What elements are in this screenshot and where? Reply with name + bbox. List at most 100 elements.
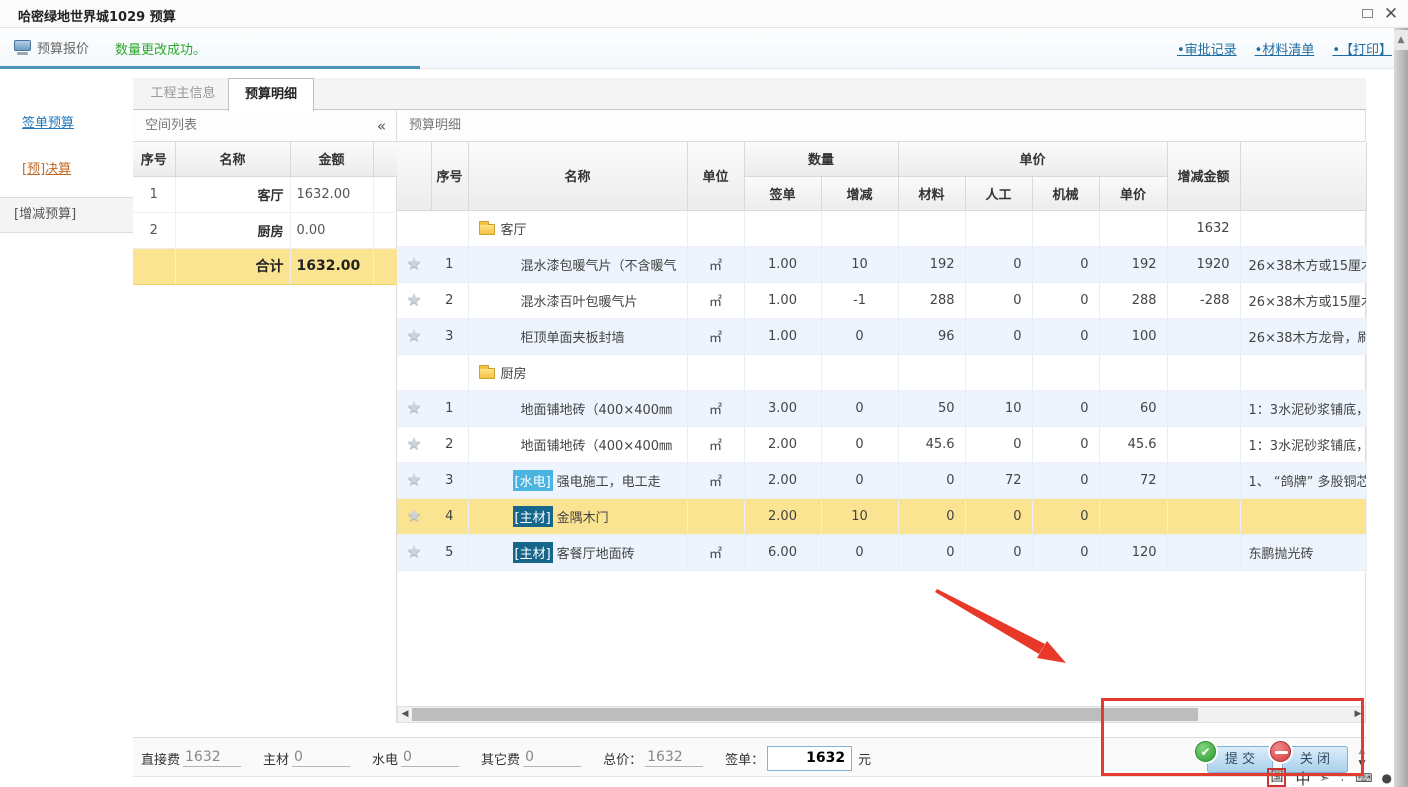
scrollbar-thumb[interactable] [412,708,1198,721]
detail-header-row-1: 序号 名称 单位 数量 单价 增减金额 [397,142,1366,176]
budget-detail-header: 预算明细 [397,110,1365,142]
main-material-badge: [主材] [513,542,553,563]
module-indicator: 预算报价 [14,38,89,57]
link-print[interactable]: •【打印】 [1332,39,1392,58]
favorite-star-icon[interactable] [406,290,421,310]
link-material-list[interactable]: •材料清单 [1255,39,1315,58]
other-fee-label: 其它费 [481,749,520,768]
table-row[interactable]: 2 地面铺地砖（400×400㎜ ㎡ 2.00 0 45.6 0 0 45.6 … [397,426,1366,462]
check-circle-icon [1195,741,1216,762]
scroll-up-icon[interactable] [1394,30,1408,50]
favorite-star-icon[interactable] [406,470,421,490]
sign-amount-label: 签单： [725,749,764,768]
table-row[interactable]: 2 混水漆百叶包暖气片 ㎡ 1.00 -1 288 0 0 288 -288 2… [397,282,1366,318]
close-icon[interactable]: ✕ [1382,5,1400,23]
col-unit: 单位 [687,142,744,210]
col-seq: 序号 [431,142,468,210]
hydro-value: 0 [401,749,459,767]
footer-totals-bar: 直接费 1632 主材 0 水电 0 其它费 0 总价： 1632 签单： 元 … [133,737,1366,777]
window-titlebar: 哈密绿地世界城1029 预算 ✕ [0,0,1408,28]
toolbar: 预算报价 数量更改成功。 •审批记录 •材料清单 •【打印】 [0,28,1408,69]
space-table-header-row: 序号 名称 金额 [133,142,397,176]
sidebar-item-sign-budget[interactable]: 签单预算 [22,112,133,131]
sidebar: 签单预算 [预]决算 [增减预算] [0,69,133,787]
col-material: 材料 [898,176,965,210]
col-qty-sign: 签单 [744,176,821,210]
favorite-star-icon[interactable] [406,398,421,418]
tab-budget-detail[interactable]: 预算明细 [228,78,314,111]
monitor-icon [14,40,31,55]
main-material-value: 0 [292,749,350,767]
toolbar-links: •审批记录 •材料清单 •【打印】 [1177,39,1392,58]
link-approval-record[interactable]: •审批记录 [1177,39,1237,58]
scroll-left-icon[interactable] [398,707,412,722]
table-row[interactable]: 1 客厅 1632.00 [133,176,397,212]
space-total-row: 合计 1632.00 [133,248,397,284]
space-list-header: 空间列表 « [133,110,396,142]
table-row[interactable]: 3 [水电]强电施工，电工走 ㎡ 2.00 0 0 72 0 72 1、 “鸽牌… [397,462,1366,498]
ime-dot-icon[interactable]: ● [1382,771,1392,785]
favorite-star-icon[interactable] [406,254,421,274]
main-material-label: 主材 [263,749,289,768]
spin-up-icon[interactable] [1355,746,1369,758]
col-amount: 金额 [290,142,373,176]
folder-icon [479,224,495,235]
col-remark [1240,142,1366,210]
ime-keyboard-icon[interactable]: ⌨ [1355,771,1372,785]
sign-amount-input[interactable] [767,746,852,771]
table-row[interactable]: 3 柜顶单面夹板封墙 ㎡ 1.00 0 96 0 0 100 26×38木方龙骨… [397,318,1366,354]
ime-pointer-icon[interactable]: ➣ [1319,771,1329,785]
horizontal-scrollbar[interactable] [397,706,1366,723]
budget-detail-title: 预算明细 [409,118,461,133]
space-table: 序号 名称 金额 1 客厅 1632.00 2 厨房 0.00 合计 1632.… [133,142,397,285]
total-price-value: 1632 [645,749,703,767]
ime-language-bar[interactable]: 国 中 ➣ ∵ ⌨ ● [1267,768,1392,787]
budget-detail-table: 序号 名称 单位 数量 单价 增减金额 签单 增减 材料 人工 机械 单价 客厅… [397,142,1367,571]
table-row[interactable]: 1 混水漆包暖气片（不含暖气 ㎡ 1.00 10 192 0 0 192 192… [397,246,1366,282]
table-row[interactable]: 2 厨房 0.00 [133,212,397,248]
col-unit-price: 单价 [1099,176,1167,210]
col-seq: 序号 [133,142,175,176]
space-list-panel: 空间列表 « 序号 名称 金额 1 客厅 1632.00 2 厨房 0.00 合… [133,110,397,723]
group-row[interactable]: 客厅 1632 [397,210,1366,246]
col-qty-change: 增减 [821,176,898,210]
sidebar-item-final-account[interactable]: [预]决算 [22,158,133,177]
hydro-label: 水电 [372,749,398,768]
ime-country-indicator[interactable]: 国 [1267,768,1286,787]
scroll-right-icon[interactable] [1351,707,1365,722]
col-spacer [373,142,397,176]
favorite-star-icon[interactable] [406,326,421,346]
module-label: 预算报价 [37,38,89,57]
hydro-electric-badge: [水电] [513,470,553,491]
sidebar-item-change-budget[interactable]: [增减预算] [0,197,133,233]
table-row[interactable]: 5 [主材]客餐厅地面砖 ㎡ 6.00 0 0 0 0 120 东鹏抛光砖 [397,534,1366,570]
other-fee-value: 0 [523,749,581,767]
col-labor: 人工 [965,176,1032,210]
vertical-scrollbar[interactable] [1394,28,1408,787]
col-machine: 机械 [1032,176,1099,210]
tab-strip: 工程主信息 预算明细 [133,78,1366,110]
favorite-star-icon[interactable] [406,506,421,526]
table-row-selected[interactable]: 4 [主材]金隅木门 2.00 10 0 0 0 [397,498,1366,534]
col-change-amount: 增减金额 [1167,142,1240,210]
group-row[interactable]: 厨房 [397,354,1366,390]
table-row[interactable]: 1 地面铺地砖（400×400㎜ ㎡ 3.00 0 50 10 0 60 1：3… [397,390,1366,426]
folder-icon [479,368,495,379]
ime-punct-icon[interactable]: ∵ [1339,771,1347,785]
col-name: 名称 [175,142,290,176]
minus-circle-icon [1270,741,1291,762]
col-qty-group: 数量 [744,142,898,176]
col-name: 名称 [468,142,687,210]
ime-lang-indicator[interactable]: 中 [1295,768,1310,787]
submit-button[interactable]: 提 交 [1207,746,1273,773]
favorite-star-icon[interactable] [406,542,421,562]
tab-project-info[interactable]: 工程主信息 [139,78,227,110]
totals-fields: 直接费 1632 主材 0 水电 0 其它费 0 总价： 1632 签单： 元 [141,738,871,778]
direct-fee-value: 1632 [183,749,241,767]
col-favorite [397,142,431,210]
favorite-star-icon[interactable] [406,434,421,454]
currency-label: 元 [858,749,871,768]
maximize-icon[interactable] [1358,5,1376,23]
collapse-panel-icon[interactable]: « [377,110,386,142]
direct-fee-label: 直接费 [141,749,180,768]
